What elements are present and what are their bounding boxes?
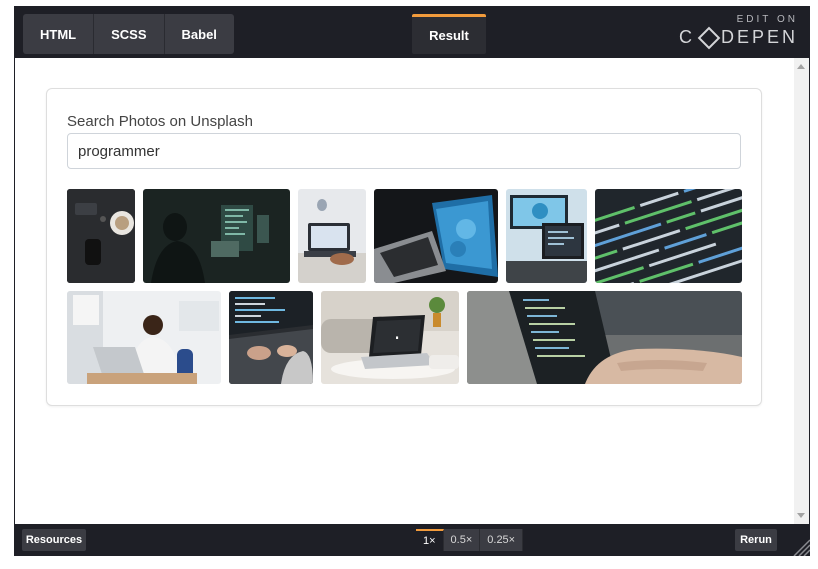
codepen-cube-icon — [697, 26, 721, 49]
photo-typing-keyboard[interactable] — [229, 291, 313, 384]
resize-handle-icon[interactable] — [790, 536, 810, 556]
photo-monitor-desk[interactable] — [506, 189, 587, 283]
zoom-controls: 1× 0.5× 0.25× — [416, 529, 524, 551]
photo-laptop-blue-screen[interactable] — [374, 189, 498, 283]
photo-coffee-desk[interactable] — [67, 189, 135, 283]
laptop-image — [467, 291, 742, 384]
coffee-cup-image — [67, 189, 135, 283]
zoom-1x-button[interactable]: 1× — [416, 529, 444, 551]
code-image — [595, 189, 742, 283]
photo-code-screen[interactable] — [595, 189, 742, 283]
scroll-down-arrow-icon[interactable] — [797, 513, 805, 518]
editor-topbar: HTML SCSS Babel Result EDIT ON C DEPEN — [14, 6, 810, 58]
rerun-button[interactable]: Rerun — [735, 529, 777, 551]
tab-html[interactable]: HTML — [23, 14, 95, 54]
photo-hands-laptop-code[interactable] — [467, 291, 742, 384]
brand-letter: C — [678, 27, 695, 47]
monitor-image — [506, 189, 587, 283]
search-input[interactable] — [67, 133, 741, 169]
laptop-image: · — [321, 291, 459, 384]
edit-on-codepen-link[interactable]: EDIT ON C DEPEN — [678, 14, 798, 49]
zoom-0-5x-button[interactable]: 0.5× — [443, 529, 481, 551]
editor-tabs: HTML SCSS Babel — [23, 14, 234, 54]
tab-scss[interactable]: SCSS — [94, 14, 165, 54]
person-image — [67, 291, 221, 384]
scroll-up-arrow-icon[interactable] — [797, 64, 805, 69]
editor-bottombar: Resources 1× 0.5× 0.25× Rerun — [14, 524, 810, 556]
laptop-image — [374, 189, 498, 283]
resources-button[interactable]: Resources — [22, 529, 86, 551]
brand-word: DEPEN — [720, 27, 798, 47]
photo-man-laptop[interactable] — [67, 291, 221, 384]
codepen-logo: C DEPEN — [678, 26, 798, 49]
tab-result[interactable]: Result — [412, 14, 486, 54]
search-label: Search Photos on Unsplash — [67, 113, 253, 130]
laptop-image — [298, 189, 366, 283]
photo-dark-room-programmer[interactable] — [143, 189, 290, 283]
zoom-0-25x-button[interactable]: 0.25× — [480, 529, 524, 551]
result-viewport: Search Photos on Unsplash programmer · — [15, 58, 809, 524]
tab-babel[interactable]: Babel — [164, 14, 234, 54]
codepen-embed: HTML SCSS Babel Result EDIT ON C DEPEN S… — [14, 6, 810, 556]
photo-laptop-hands[interactable] — [298, 189, 366, 283]
vertical-scrollbar[interactable] — [794, 58, 809, 524]
brand-edit-on: EDIT ON — [736, 14, 798, 25]
keyboard-image — [229, 291, 313, 384]
search-card: Search Photos on Unsplash programmer · — [46, 88, 762, 406]
monitor-image — [143, 189, 290, 283]
clock-glyph: · — [394, 326, 400, 350]
photo-laptop-clock[interactable]: · — [321, 291, 459, 384]
